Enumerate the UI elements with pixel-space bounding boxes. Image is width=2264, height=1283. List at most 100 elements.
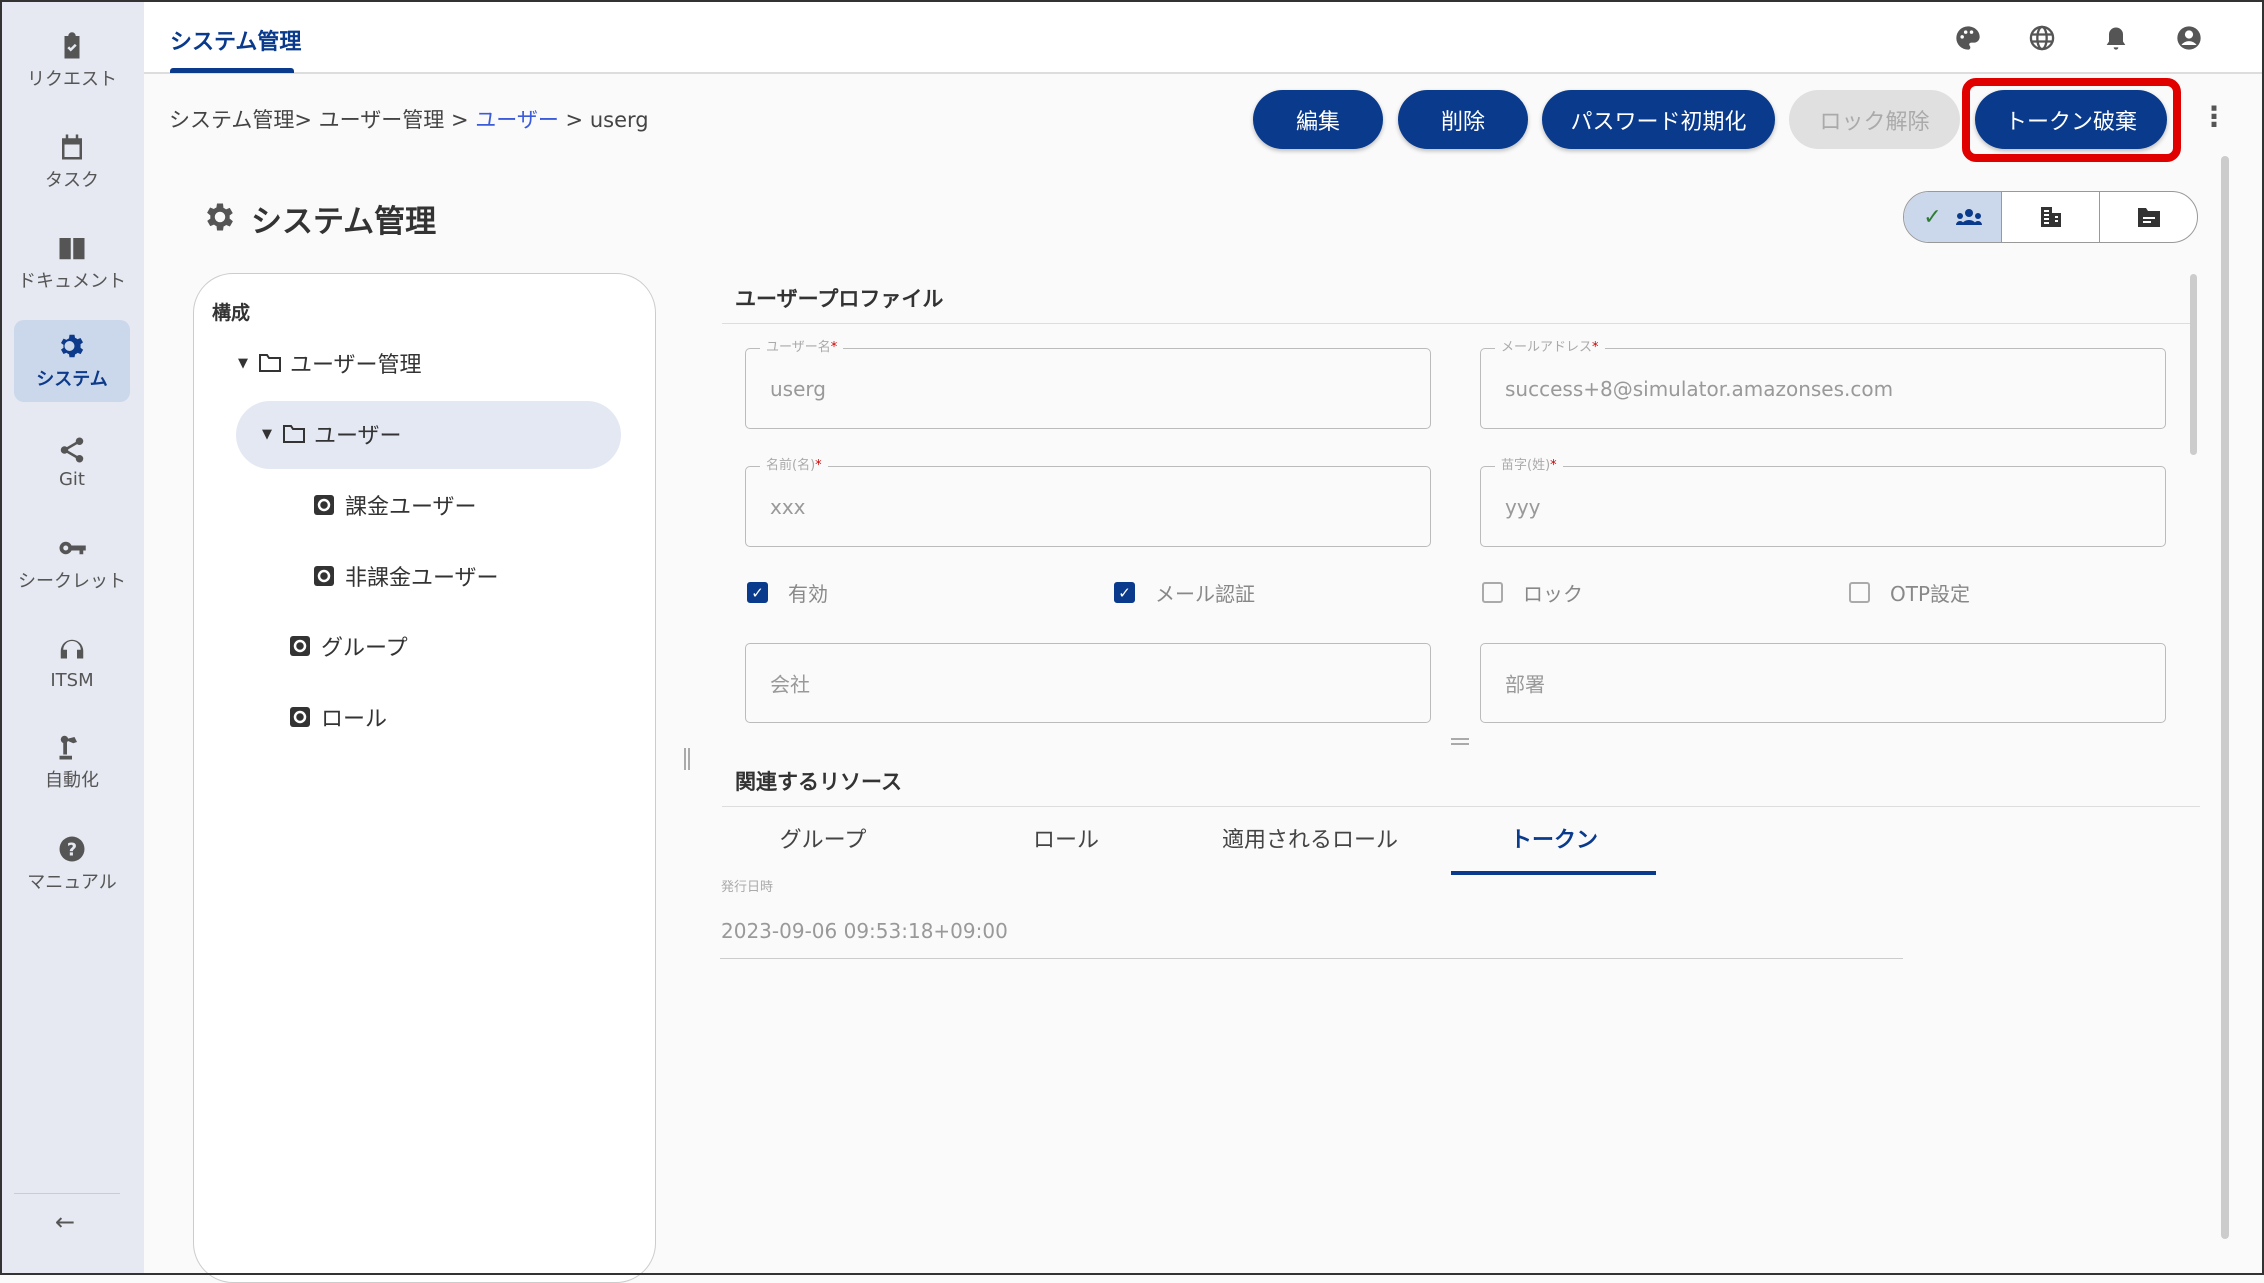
otp-checkbox[interactable]: OTP設定 [1849, 578, 1970, 607]
tree-item-user-admin[interactable]: ▼ ユーザー管理 [238, 347, 422, 379]
field-value: userg [770, 377, 826, 401]
first-name-field[interactable]: 名前(名)*xxx [745, 466, 1431, 547]
account-icon[interactable] [2175, 24, 2203, 52]
reset-password-button[interactable]: パスワード初期化 [1542, 90, 1775, 149]
sidebar-item-task[interactable]: タスク [14, 121, 130, 203]
tree-label: ユーザー管理 [290, 347, 422, 379]
settings-box-icon [313, 565, 335, 587]
profile-heading: ユーザープロファイル [735, 283, 943, 313]
settings-box-icon [289, 706, 311, 728]
globe-icon[interactable] [2028, 24, 2056, 52]
breadcrumb-separator: > [451, 108, 469, 132]
sidebar-item-itsm[interactable]: ITSM [14, 622, 130, 704]
collapse-sidebar-button[interactable]: ← [55, 1208, 75, 1236]
view-folder-toggle[interactable] [2100, 192, 2197, 242]
share-icon [57, 435, 87, 465]
tree-heading: 構成 [212, 298, 250, 325]
breadcrumb-current: userg [590, 108, 649, 132]
robot-arm-icon [57, 732, 87, 762]
checkbox-label: 有効 [788, 578, 828, 607]
calendar-icon [57, 132, 87, 162]
tree-label: ロール [321, 701, 387, 733]
required-mark: * [1592, 340, 1599, 355]
field-placeholder: 会社 [770, 669, 810, 698]
row-divider [720, 958, 1903, 959]
required-mark: * [831, 340, 838, 355]
username-field[interactable]: ユーザー名*userg [745, 348, 1431, 429]
company-field[interactable]: 会社 [745, 643, 1431, 723]
lock-checkbox[interactable]: ロック [1482, 578, 1583, 607]
field-value: xxx [770, 495, 806, 519]
top-bar: システム管理 [144, 0, 2264, 74]
field-value: success+8@simulator.amazonses.com [1505, 377, 1893, 401]
book-icon [57, 233, 87, 263]
breadcrumb: システム管理> ユーザー管理 > ユーザー > userg [169, 104, 649, 134]
clipboard-check-icon [57, 31, 87, 61]
tab-roles[interactable]: ロール [966, 822, 1166, 854]
checkbox-label: OTP設定 [1890, 578, 1970, 607]
delete-button[interactable]: 削除 [1398, 90, 1528, 149]
department-field[interactable]: 部署 [1480, 643, 2166, 723]
tab-groups[interactable]: グループ [723, 822, 923, 854]
sidebar-item-request[interactable]: リクエスト [14, 20, 130, 102]
tree-item-users[interactable]: ▼ ユーザー [262, 418, 402, 450]
view-toggle: ✓ [1903, 191, 2198, 243]
sidebar-item-document[interactable]: ドキュメント [14, 222, 130, 304]
breadcrumb-system-admin[interactable]: システム管理> [169, 108, 312, 132]
sidebar-item-manual[interactable]: ?マニュアル [14, 823, 130, 905]
folder-outline-icon [258, 353, 282, 373]
gear-icon [202, 199, 238, 235]
caret-down-icon: ▼ [238, 356, 248, 371]
caret-down-icon: ▼ [262, 427, 272, 442]
required-mark: * [815, 458, 822, 473]
folder-icon [2137, 206, 2161, 228]
page-scrollbar[interactable] [2221, 156, 2229, 1239]
tree-item-groups[interactable]: グループ [289, 630, 408, 662]
divider [722, 806, 2200, 807]
tree-item-roles[interactable]: ロール [289, 701, 387, 733]
tree-label: ユーザー [314, 418, 402, 450]
edit-button[interactable]: 編集 [1253, 90, 1383, 149]
active-tab-indicator [1451, 871, 1656, 875]
checkbox-label: ロック [1523, 578, 1583, 607]
notification-bell-icon[interactable] [2102, 24, 2130, 52]
checkbox-empty-icon [1482, 582, 1503, 603]
view-org-toggle[interactable] [2002, 192, 2100, 242]
divider [722, 323, 2192, 324]
vertical-splitter-handle[interactable] [684, 748, 690, 770]
more-menu-button[interactable]: ⋮ [2200, 100, 2228, 133]
page-title: システム管理 [251, 196, 436, 241]
sidebar-item-system[interactable]: システム [14, 320, 130, 402]
last-name-field[interactable]: 苗字(姓)*yyy [1480, 466, 2166, 547]
unlock-button[interactable]: ロック解除 [1789, 90, 1960, 149]
view-users-toggle[interactable]: ✓ [1904, 192, 2002, 242]
enabled-checkbox[interactable]: ✓有効 [747, 578, 828, 607]
breadcrumb-users[interactable]: ユーザー [475, 108, 559, 132]
tab-applied-roles[interactable]: 適用されるロール [1210, 822, 1410, 854]
field-label: ユーザー名 [766, 340, 831, 355]
checkbox-checked-icon: ✓ [1114, 582, 1135, 603]
settings-box-icon [313, 494, 335, 516]
email-verified-checkbox[interactable]: ✓メール認証 [1114, 578, 1255, 607]
sidebar-item-automation[interactable]: 自動化 [14, 721, 130, 803]
tree-item-paid-users[interactable]: 課金ユーザー [313, 489, 477, 521]
sidebar-item-git[interactable]: Git [14, 421, 130, 503]
sidebar: リクエスト タスク ドキュメント システム Git シークレット ITSM 自動… [0, 0, 144, 1275]
building-icon [2039, 205, 2063, 229]
divider [14, 1193, 120, 1194]
palette-icon[interactable] [1954, 24, 1982, 52]
breadcrumb-separator: > [566, 108, 584, 132]
horizontal-splitter-handle[interactable] [1451, 738, 1469, 745]
gear-icon [57, 331, 87, 361]
email-field[interactable]: メールアドレス*success+8@simulator.amazonses.co… [1480, 348, 2166, 429]
tab-system-admin[interactable]: システム管理 [170, 24, 301, 56]
column-header-issued-at: 発行日時 [721, 876, 773, 895]
tree-item-free-users[interactable]: 非課金ユーザー [313, 560, 499, 592]
help-icon: ? [57, 834, 87, 864]
sidebar-item-secret[interactable]: シークレット [14, 522, 130, 604]
tab-tokens[interactable]: トークン [1454, 822, 1654, 854]
tree-label: グループ [321, 630, 408, 662]
inner-scrollbar[interactable] [2190, 274, 2197, 455]
breadcrumb-user-admin[interactable]: ユーザー管理 [319, 108, 445, 132]
settings-box-icon [289, 635, 311, 657]
